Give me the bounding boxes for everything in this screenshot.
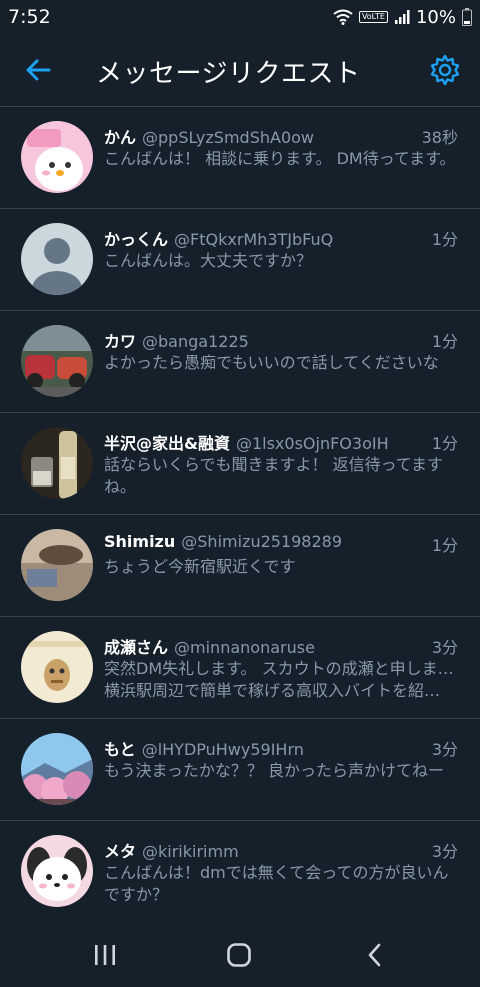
- volte-badge: VoLTE: [358, 11, 388, 23]
- sender-line: かん @ppSLyzSmdShA0ow: [104, 124, 458, 148]
- sender-line: 成瀬さん @minnanonaruse: [104, 634, 458, 658]
- avatar[interactable]: [21, 223, 93, 295]
- sender-line: かっくん @FtQkxrMh3TJbFuQ: [104, 226, 458, 250]
- sender-handle: @Shimizu25198289: [181, 532, 343, 551]
- sender-name: かん: [104, 128, 137, 147]
- battery-percent: 10%: [415, 6, 456, 28]
- avatar[interactable]: [21, 733, 93, 805]
- timestamp: 1分: [431, 332, 458, 351]
- sender-line: 半沢@家出&融資 @1lsx0sOjnFO3oIH: [104, 430, 458, 454]
- sender-handle: @1lsx0sOjnFO3oIH: [235, 434, 389, 453]
- timestamp: 3分: [431, 638, 458, 657]
- avatar[interactable]: [21, 835, 93, 907]
- sender-handle: @lHYDPuHwy59IHrn: [141, 740, 304, 759]
- home-icon[interactable]: [226, 942, 252, 968]
- wifi-icon: [333, 9, 353, 25]
- message-preview: こんばんは！ 相談に乗ります。 DM待ってます。: [104, 149, 456, 168]
- back-icon[interactable]: [362, 942, 388, 968]
- sender-name: Shimizu: [104, 532, 176, 551]
- list-item[interactable]: メタ @kirikirimm 3分 こんばんは！dmでは無くて会っての方が良いん…: [0, 821, 480, 923]
- sender-name: もと: [104, 740, 136, 759]
- list-item[interactable]: かん @ppSLyzSmdShA0ow 38秒 こんばんは！ 相談に乗ります。 …: [0, 107, 480, 209]
- sender-line: カワ @banga1225: [104, 328, 458, 352]
- timestamp: 3分: [431, 740, 458, 759]
- sender-line: もと @lHYDPuHwy59IHrn: [104, 736, 458, 760]
- message-preview: もう決まったかな？？ 良かったら声かけてねー: [104, 761, 444, 780]
- list-item[interactable]: 成瀬さん @minnanonaruse 3分 突然DM失礼します。 スカウトの成…: [0, 617, 480, 719]
- message-preview: ちょうど今新宿駅近くです: [104, 557, 296, 576]
- timestamp: 1分: [431, 536, 458, 555]
- timestamp: 1分: [431, 434, 458, 453]
- status-bar: 7:52 VoLTE 10%: [0, 0, 480, 34]
- message-preview: こんばんは！dmでは無くて会っての方が良いんですか？: [104, 863, 449, 904]
- message-preview: 話ならいくらでも聞きますよ！ 返信待ってますね。: [104, 455, 444, 496]
- signal-icon: [394, 10, 410, 24]
- avatar[interactable]: [21, 325, 93, 397]
- list-item[interactable]: もと @lHYDPuHwy59IHrn 3分 もう決まったかな？？ 良かったら声…: [0, 719, 480, 821]
- app-header: メッセージリクエスト: [0, 34, 480, 106]
- sender-handle: @ppSLyzSmdShA0ow: [142, 128, 314, 147]
- message-preview: 突然DM失礼します。 スカウトの成瀬と申します🙇 横浜駅周辺で簡単で稼げる高収入…: [104, 658, 456, 702]
- sender-handle: @banga1225: [142, 332, 249, 351]
- system-nav-bar: [0, 924, 480, 987]
- gear-icon[interactable]: [428, 53, 462, 87]
- message-request-list: かん @ppSLyzSmdShA0ow 38秒 こんばんは！ 相談に乗ります。 …: [0, 107, 480, 923]
- message-preview-line-2: 横浜駅周辺で簡単で稼げる高収入バイトを紹介し…: [104, 681, 456, 700]
- avatar[interactable]: [21, 631, 93, 703]
- recent-apps-icon[interactable]: [92, 942, 118, 968]
- timestamp: 38秒: [421, 128, 458, 147]
- message-preview: よかったら愚痴でもいいので話してくださいな: [104, 353, 439, 372]
- sender-name: カワ: [104, 332, 137, 351]
- sender-name: 成瀬さん: [104, 638, 169, 657]
- message-preview-line-1: 突然DM失礼します。 スカウトの成瀬と申します🙇: [104, 659, 456, 678]
- timestamp: 1分: [431, 230, 458, 249]
- sender-handle: @FtQkxrMh3TJbFuQ: [174, 230, 334, 249]
- sender-name: 半沢@家出&融資: [104, 434, 230, 453]
- list-item[interactable]: 半沢@家出&融資 @1lsx0sOjnFO3oIH 1分 話ならいくらでも聞きま…: [0, 413, 480, 515]
- page-title: メッセージリクエスト: [96, 59, 361, 89]
- list-item[interactable]: かっくん @FtQkxrMh3TJbFuQ 1分 こんばんは。大丈夫ですか？: [0, 209, 480, 311]
- avatar[interactable]: [21, 121, 93, 193]
- sender-name: メタ: [104, 842, 137, 861]
- sender-line: Shimizu @Shimizu25198289: [104, 532, 458, 551]
- avatar[interactable]: [21, 529, 93, 601]
- back-arrow-icon[interactable]: [22, 54, 54, 86]
- avatar[interactable]: [21, 427, 93, 499]
- status-icons: VoLTE 10%: [333, 7, 472, 28]
- list-item[interactable]: カワ @banga1225 1分 よかったら愚痴でもいいので話してくださいな: [0, 311, 480, 413]
- sender-handle: @minnanonaruse: [174, 638, 315, 657]
- message-preview: こんばんは。大丈夫ですか？: [104, 251, 313, 270]
- battery-icon: [462, 8, 472, 26]
- timestamp: 3分: [431, 842, 458, 861]
- sender-handle: @kirikirimm: [142, 842, 239, 861]
- status-time: 7:52: [8, 6, 51, 28]
- list-item[interactable]: Shimizu @Shimizu25198289 1分 ちょうど今新宿駅近くです: [0, 515, 480, 617]
- sender-line: メタ @kirikirimm: [104, 838, 458, 862]
- sender-name: かっくん: [104, 230, 169, 249]
